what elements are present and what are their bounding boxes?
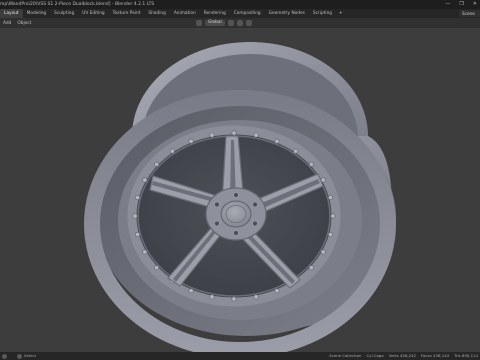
add-menu[interactable]: Add: [0, 21, 14, 26]
rivet: [154, 265, 160, 271]
tab-modeling[interactable]: Modeling: [23, 9, 51, 18]
rivet: [253, 132, 259, 138]
center-cap: [220, 200, 252, 228]
scene-name: Scene: [462, 11, 475, 16]
pivot-icon[interactable]: [227, 19, 234, 26]
rivet: [134, 195, 140, 201]
rivet: [134, 231, 140, 237]
close-button[interactable]: ✕: [473, 0, 477, 9]
rivet: [330, 213, 336, 219]
window-title-bar: mp\WandPro\20\VSS S1 2-Piece Dualblock.b…: [0, 0, 480, 9]
window-controls: — ❐ ✕: [445, 0, 477, 9]
tab-layout[interactable]: Layout: [0, 9, 23, 18]
minimize-button[interactable]: —: [445, 0, 450, 9]
mouse-select-hint: Select: [17, 352, 36, 360]
status-faces: Faces 436,144: [421, 353, 450, 358]
lug-bolt: [252, 201, 258, 208]
rivet: [188, 138, 194, 144]
rivet: [132, 213, 138, 219]
rivet: [209, 294, 215, 300]
rivet: [320, 249, 326, 255]
workspace-tab-bar: Layout Modeling Sculpting UV Editing Tex…: [0, 9, 480, 18]
rivet: [142, 249, 148, 255]
transform-orientation-dropdown[interactable]: Global: [205, 19, 225, 26]
rivet: [308, 265, 314, 271]
rivet: [293, 148, 299, 154]
rivet: [209, 132, 215, 138]
tab-rendering[interactable]: Rendering: [200, 9, 230, 18]
rivet: [231, 296, 237, 302]
object-menu[interactable]: Object: [14, 21, 34, 26]
add-workspace-button[interactable]: +: [336, 11, 346, 16]
rivet: [169, 148, 175, 154]
viewport-header: Add Object Global: [0, 18, 480, 28]
rivet: [328, 231, 334, 237]
wheel-render: [84, 42, 396, 352]
lug-bolt: [214, 220, 220, 227]
rivet: [231, 130, 237, 136]
transform-controls: Global: [196, 18, 252, 27]
scene-selector[interactable]: Scene: [459, 10, 480, 17]
status-object: Cyl.Cage: [366, 353, 384, 358]
rivet: [188, 288, 194, 294]
rivet: [154, 161, 160, 167]
tab-geometry-nodes[interactable]: Geometry Nodes: [265, 9, 309, 18]
proportional-edit-icon[interactable]: [245, 19, 252, 26]
rivet: [328, 195, 334, 201]
mouse-left-hint: [2, 352, 9, 360]
status-right: Scene Collection Cyl.Cage Verts 456,242 …: [329, 352, 478, 360]
status-tris: Tris 890,114: [454, 353, 478, 358]
window-title: mp\WandPro\20\VSS S1 2-Piece Dualblock.b…: [0, 2, 155, 7]
3d-viewport[interactable]: [0, 28, 480, 352]
mouse-icon: [17, 353, 22, 359]
rivet: [274, 138, 280, 144]
status-collection: Scene Collection: [329, 353, 362, 358]
snap-icon[interactable]: [236, 19, 243, 26]
lug-bolt: [252, 220, 258, 227]
tab-scripting[interactable]: Scripting: [309, 9, 336, 18]
rivet: [308, 161, 314, 167]
tab-uv-editing[interactable]: UV Editing: [78, 9, 108, 18]
rivet: [274, 288, 280, 294]
status-left: Select: [2, 352, 36, 360]
tab-texture-paint[interactable]: Texture Paint: [109, 9, 145, 18]
lug-bolt: [233, 230, 239, 236]
tab-compositing[interactable]: Compositing: [230, 9, 265, 18]
status-bar: Select Scene Collection Cyl.Cage Verts 4…: [0, 352, 480, 360]
lug-bolt: [214, 201, 220, 208]
tab-animation[interactable]: Animation: [170, 9, 200, 18]
rivet: [253, 294, 259, 300]
lug-bolt: [233, 192, 239, 198]
mouse-left-icon: [2, 353, 7, 359]
status-verts: Verts 456,242: [388, 353, 416, 358]
orientation-icon: [196, 19, 202, 26]
tab-sculpting[interactable]: Sculpting: [50, 9, 78, 18]
tab-shading[interactable]: Shading: [144, 9, 169, 18]
maximize-button[interactable]: ❐: [459, 0, 463, 9]
rivet: [142, 177, 148, 183]
